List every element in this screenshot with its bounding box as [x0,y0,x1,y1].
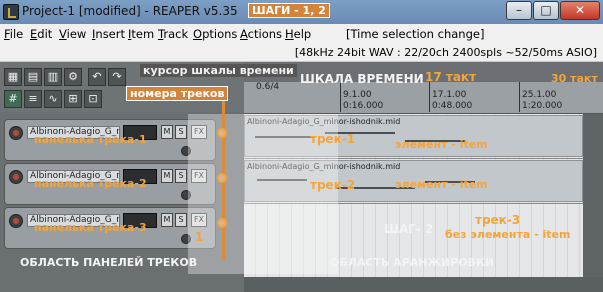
menu-actions[interactable]: Actions [240,27,282,41]
menu-item[interactable]: Item [128,27,154,41]
undo-icon[interactable]: ↶ [88,68,106,86]
annotation-step2: ШАГ- 2 [384,222,434,236]
annotation-no-item: без элемента - item [445,228,571,241]
ruler-time-label: 1:20.000 [522,101,563,111]
menu-options[interactable]: Options [193,27,237,41]
ruler-sub-label: 0.6/4 [256,82,280,92]
timeline-ruler[interactable]: 9.1.00 0:16.000 17.1.00 0:48.000 25.1.00… [244,82,603,114]
track-number-marker [217,173,227,183]
menu-view[interactable]: View [59,27,86,41]
redo-icon[interactable]: ↷ [108,68,126,86]
maximize-button[interactable]: □ [533,1,559,20]
annotation-bar17: 17 такт [425,70,477,84]
action-status: [Time selection change] [346,27,485,41]
solo-button[interactable]: S [175,169,187,183]
open-project-icon[interactable]: ▤ [24,68,42,86]
annotation-step1: 1 [195,230,204,244]
menu-insert[interactable]: Insert [92,27,125,41]
track-number-marker [217,218,227,228]
annotation-item2: элемент - item [395,178,488,191]
mute-button[interactable]: M [161,169,173,183]
ruler-bar-label: 9.1.00 [343,90,372,100]
annotation-track2: трек-2 [310,178,356,192]
close-button[interactable]: ✕ [560,1,600,20]
record-arm-icon[interactable] [9,214,23,228]
ruler-time-label: 0:48.000 [432,101,473,111]
record-arm-icon[interactable] [9,126,23,140]
record-arm-icon[interactable] [9,170,23,184]
annotation-track1: трек-1 [310,132,356,146]
track-number-marker [217,128,227,138]
menu-bar: File Edit View Insert Item Track Options… [0,24,603,44]
annotation-steps: ШАГИ - 1, 2 [248,3,330,18]
annotation-tcp-area: ОБЛАСТЬ ПАНЕЛЕЙ ТРЕКОВ [20,256,198,269]
annotation-cursor: курсор шкалы времени [140,64,297,77]
snap-icon[interactable]: ⊞ [64,90,82,108]
annotation-panel1: панелька трека-1 [34,133,147,146]
window-title: Project-1 [modified] - REAPER v5.35 [22,4,238,18]
minimize-button[interactable]: – [506,1,532,20]
audio-device-info[interactable]: [48kHz 24bit WAV : 22/20ch 2400spls ~52/… [295,46,597,59]
annotation-timeline: ШКАЛА ВРЕМЕНИ [300,72,424,86]
ruler-tick [429,82,430,112]
annotation-panel3: панелька трека-3 [34,221,147,234]
save-project-icon[interactable]: ▥ [44,68,62,86]
mute-button[interactable]: M [161,213,173,227]
audio-info-bar: [48kHz 24bit WAV : 22/20ch 2400spls ~52/… [0,44,603,62]
lock-icon[interactable]: ⊡ [84,90,102,108]
envelope-icon[interactable]: ∿ [44,90,62,108]
annotation-track3: трек-3 [475,213,521,227]
settings-icon[interactable]: ⚙ [64,68,82,86]
grid-icon[interactable]: # [4,90,22,108]
ripple-edit-icon[interactable]: ≡ [24,90,42,108]
menu-edit[interactable]: Edit [30,27,52,41]
annotation-arrange-area: ОБЛАСТЬ АРАНЖИРОВКИ [330,256,495,269]
menu-file[interactable]: File [4,27,23,41]
ruler-bar-label: 17.1.00 [432,90,467,100]
ruler-bar-label: 25.1.00 [522,90,557,100]
vertical-scrollbar[interactable] [583,114,603,277]
solo-button[interactable]: S [175,125,187,139]
menu-help[interactable]: Help [285,27,311,41]
annotation-bar30: 30 такт [551,72,598,85]
new-project-icon[interactable]: ▦ [4,68,22,86]
ruler-tick [340,82,341,112]
ruler-time-label: 0:16.000 [343,101,384,111]
horizontal-scrollbar[interactable] [244,277,603,292]
annotation-track-numbers: номера треков [126,86,229,101]
menu-track[interactable]: Track [158,27,188,41]
ruler-tick [519,82,520,112]
mute-button[interactable]: M [161,125,173,139]
annotation-item1: элемент - item [395,138,488,151]
solo-button[interactable]: S [175,213,187,227]
annotation-panel2: панелька трека-2 [34,177,147,190]
reaper-app-icon[interactable] [3,4,19,20]
